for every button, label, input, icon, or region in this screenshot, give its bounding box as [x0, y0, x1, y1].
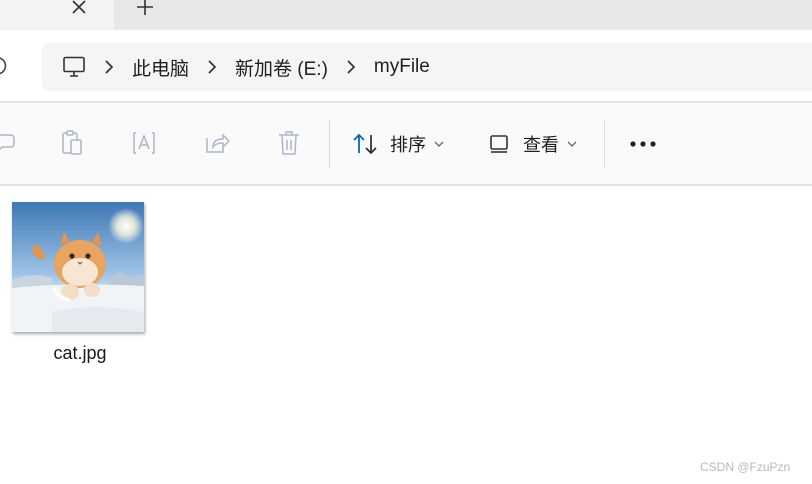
file-name: cat.jpg [53, 343, 107, 363]
toolbar-divider [604, 120, 605, 168]
breadcrumb-this-pc[interactable]: 此电脑 [132, 54, 189, 81]
sort-label: 排序 [390, 135, 426, 155]
close-icon[interactable] [66, 0, 92, 20]
divider [0, 184, 812, 186]
toolbar-divider [329, 120, 330, 168]
tab-strip [0, 0, 812, 30]
sort-button[interactable]: 排序 [352, 127, 444, 161]
refresh-icon[interactable] [0, 54, 8, 80]
sort-icon [352, 132, 378, 156]
rename-icon[interactable] [0, 127, 22, 159]
more-icon[interactable] [626, 132, 660, 156]
plus-icon[interactable] [132, 0, 158, 20]
file-thumbnail [12, 202, 144, 332]
address-bar[interactable]: 此电脑 新加卷 (E:) myFile [42, 43, 812, 91]
chevron-down-icon [567, 140, 577, 148]
view-label: 查看 [523, 135, 559, 155]
ai-text-icon[interactable] [128, 127, 160, 159]
view-button[interactable]: 查看 [489, 127, 577, 161]
chevron-right-icon[interactable] [344, 57, 358, 77]
chevron-right-icon[interactable] [102, 57, 116, 77]
delete-icon[interactable] [273, 127, 305, 159]
monitor-icon[interactable] [62, 55, 86, 79]
breadcrumb-volume-e[interactable]: 新加卷 (E:) [235, 54, 328, 81]
view-icon [489, 134, 511, 154]
watermark: CSDN @FzuPzn [700, 460, 791, 474]
share-icon[interactable] [201, 127, 233, 159]
chevron-down-icon [434, 140, 444, 148]
paste-icon[interactable] [56, 127, 88, 159]
breadcrumb-myfile[interactable]: myFile [374, 56, 430, 78]
chevron-right-icon[interactable] [205, 57, 219, 77]
new-tab-area [114, 0, 812, 30]
file-item[interactable]: cat.jpg [10, 200, 150, 370]
